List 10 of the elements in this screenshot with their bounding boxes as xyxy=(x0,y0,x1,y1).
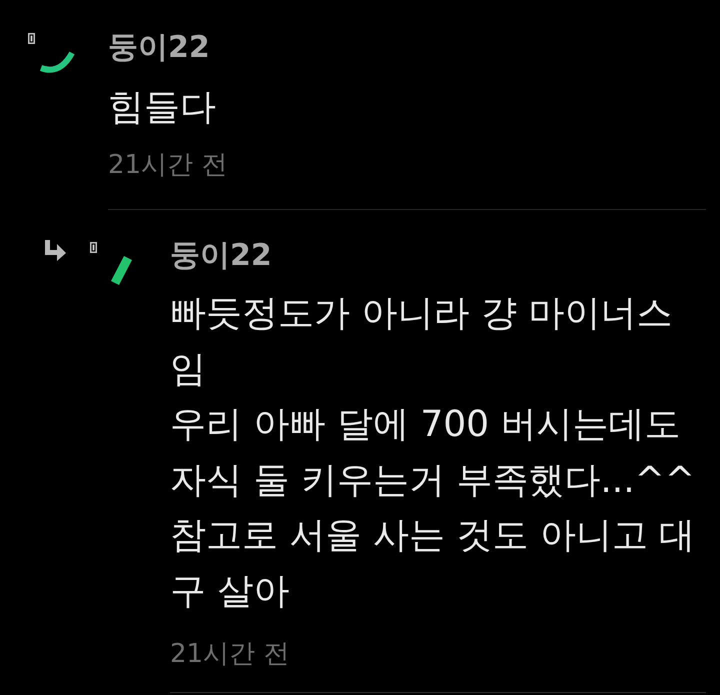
stroke-icon xyxy=(110,256,133,285)
frame-icon xyxy=(28,33,35,44)
frame-icon xyxy=(90,242,97,253)
username: 둥이22 xyxy=(108,29,210,67)
timestamp: 21시간 전 xyxy=(108,149,228,182)
timestamp: 21시간 전 xyxy=(170,638,290,671)
arc-icon xyxy=(38,49,76,75)
comment-text: 빠듯정도가 아니라 걍 마이너스 임 우리 아빠 달에 700 버시는데도 자식 둘 키우는거 부족했다...^^ 참고로 서울 사는 것도 아니고 대 구 살아 xyxy=(170,292,696,614)
comment-text: 힘들다 xyxy=(108,86,216,130)
username: 둥이22 xyxy=(170,237,272,275)
